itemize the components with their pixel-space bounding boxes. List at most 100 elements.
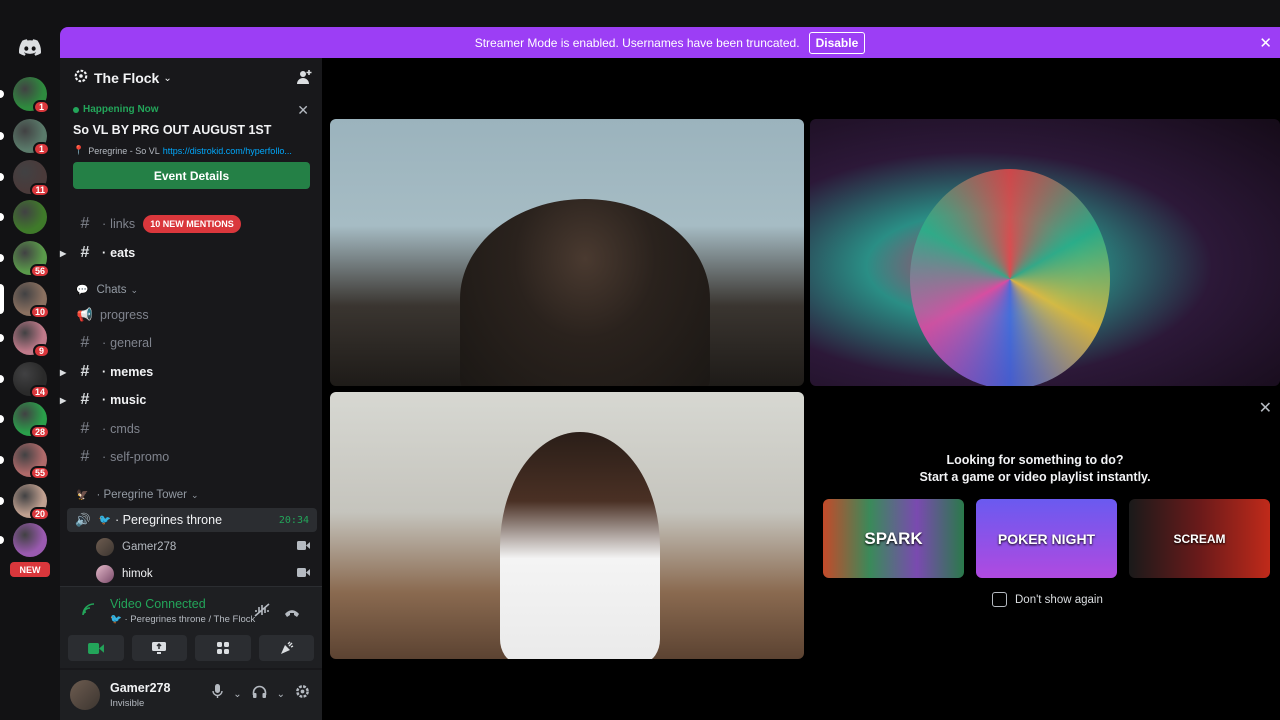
unread-indicator: [0, 334, 4, 342]
close-icon[interactable]: ✕: [297, 102, 309, 119]
activity-icon: [216, 642, 229, 654]
voice-user[interactable]: himok: [96, 563, 310, 585]
channel-sidebar: The Flock ⌄ Happening Now ✕ So VL BY PRG…: [60, 58, 322, 720]
unread-indicator: [0, 415, 4, 423]
voice-status[interactable]: Video Connected: [110, 597, 206, 611]
voice-channel-peregrines-throne[interactable]: 🔊 🐦 · Peregrines throne 20:34: [67, 508, 317, 532]
gear-icon: [74, 69, 88, 88]
unread-indicator: [0, 173, 4, 181]
category-peregrine-tower[interactable]: 🦅 · Peregrine Tower ⌄: [76, 486, 199, 504]
headphones-icon[interactable]: [252, 685, 267, 704]
server-icon[interactable]: 9: [0, 321, 50, 358]
avatar: [96, 538, 114, 556]
unread-indicator: [0, 90, 4, 98]
server-icon[interactable]: [0, 523, 47, 557]
server-avatar: [13, 523, 47, 557]
event-details-button[interactable]: Event Details: [73, 162, 310, 189]
activities-button[interactable]: [195, 635, 251, 661]
category-chats[interactable]: 💬 Chats ⌄: [76, 281, 138, 299]
video-stage: ✕ Looking for something to do? Start a g…: [322, 58, 1280, 720]
close-icon[interactable]: ✕: [1259, 398, 1272, 418]
hash-icon: #: [80, 334, 90, 351]
event-title: So VL BY PRG OUT AUGUST 1ST: [73, 123, 272, 137]
unread-indicator: [0, 456, 4, 464]
bird-icon: 🦅: [76, 489, 89, 501]
avatar: [96, 565, 114, 583]
channel-memes[interactable]: ▶ # · memes: [60, 360, 310, 384]
checkbox[interactable]: [992, 592, 1007, 607]
mention-count-badge: 1: [33, 100, 50, 114]
camera-toggle-button[interactable]: [68, 635, 124, 661]
avatar[interactable]: [70, 680, 100, 710]
add-member-icon[interactable]: [296, 69, 312, 90]
voice-user[interactable]: Gamer278: [96, 536, 310, 558]
server-icon[interactable]: 1: [0, 119, 50, 156]
server-icon[interactable]: 14: [0, 362, 50, 399]
channel-music[interactable]: ▶ # · music: [60, 388, 310, 412]
chat-bubble-icon: 💬: [76, 284, 89, 296]
camera-icon: [297, 568, 310, 580]
microphone-icon[interactable]: [212, 684, 223, 704]
event-status: Happening Now: [73, 104, 311, 115]
disable-button[interactable]: Disable: [808, 31, 866, 54]
unread-indicator: [0, 132, 4, 140]
banner-text: Streamer Mode is enabled. Usernames have…: [474, 35, 800, 50]
signal-icon: [82, 603, 97, 621]
server-icon[interactable]: 1: [0, 77, 50, 114]
event-location: 📍 Peregrine - So VL https://distrokid.co…: [73, 145, 292, 156]
discord-home-icon[interactable]: [14, 34, 46, 60]
channel-links[interactable]: # · links 10 NEW MENTIONS: [74, 212, 310, 236]
mention-count-badge: 1: [33, 142, 50, 156]
noise-suppression-icon[interactable]: [254, 603, 270, 622]
server-icon[interactable]: [0, 200, 47, 234]
channel-progress[interactable]: 📢 progress: [74, 303, 310, 327]
server-avatar: [13, 200, 47, 234]
user-panel: Gamer278 Invisible ⌄ ⌄: [60, 670, 322, 720]
mentions-badge[interactable]: 10 NEW MENTIONS: [143, 215, 241, 233]
mention-count-badge: 11: [30, 183, 50, 197]
video-tile[interactable]: [330, 392, 804, 659]
video-tile[interactable]: [330, 119, 804, 386]
server-icon[interactable]: 28: [0, 402, 50, 439]
voice-connection-panel: Video Connected 🐦 · Peregrines throne / …: [60, 586, 322, 668]
voice-channel-info: 🐦 · Peregrines throne / The Flock: [110, 614, 256, 625]
camera-icon: [87, 642, 104, 654]
unread-indicator: [0, 254, 4, 262]
channel-general[interactable]: # · general: [74, 331, 310, 355]
channel-eats[interactable]: ▶ # · eats: [60, 241, 310, 265]
event-link[interactable]: https://distrokid.com/hyperfollo...: [163, 146, 292, 156]
chevron-down-icon[interactable]: ⌄: [233, 689, 241, 700]
megaphone-icon: 📢: [76, 307, 94, 322]
chevron-right-icon: ▶: [60, 367, 67, 377]
dont-show-again[interactable]: Don't show again: [992, 592, 1103, 607]
video-tile[interactable]: [810, 119, 1280, 386]
server-icon[interactable]: 10: [0, 282, 50, 319]
server-icon[interactable]: 55: [0, 443, 50, 480]
activity-card-spark[interactable]: SPARK: [823, 499, 964, 578]
channel-cmds[interactable]: # · cmds: [74, 417, 310, 441]
unread-indicator: [0, 213, 4, 221]
server-icon[interactable]: 11: [0, 160, 50, 197]
settings-gear-icon[interactable]: [295, 684, 310, 704]
mention-count-badge: 9: [33, 344, 50, 358]
guild-header[interactable]: The Flock ⌄: [60, 58, 322, 98]
channel-self-promo[interactable]: # · self-promo: [74, 445, 310, 469]
server-icon[interactable]: 20: [0, 484, 50, 521]
disconnect-icon[interactable]: [284, 605, 300, 623]
unread-indicator: [0, 375, 4, 383]
activity-heading: Looking for something to do?: [946, 453, 1124, 467]
mention-count-badge: 55: [29, 466, 50, 480]
unread-indicator: [0, 536, 4, 544]
server-icon[interactable]: 56: [0, 241, 50, 278]
close-icon[interactable]: ✕: [1259, 34, 1272, 52]
soundboard-button[interactable]: [258, 635, 314, 661]
hash-icon: #: [80, 215, 90, 232]
activity-card-poker-night[interactable]: POKER NIGHT: [976, 499, 1117, 578]
screen-share-button[interactable]: [131, 635, 187, 661]
chevron-down-icon[interactable]: ⌄: [277, 689, 285, 700]
activity-card-scream[interactable]: SCREAM: [1129, 499, 1270, 578]
unread-indicator: [0, 284, 4, 314]
new-badge[interactable]: NEW: [10, 562, 50, 577]
username[interactable]: Gamer278: [110, 681, 170, 695]
soundboard-icon: [280, 641, 294, 654]
